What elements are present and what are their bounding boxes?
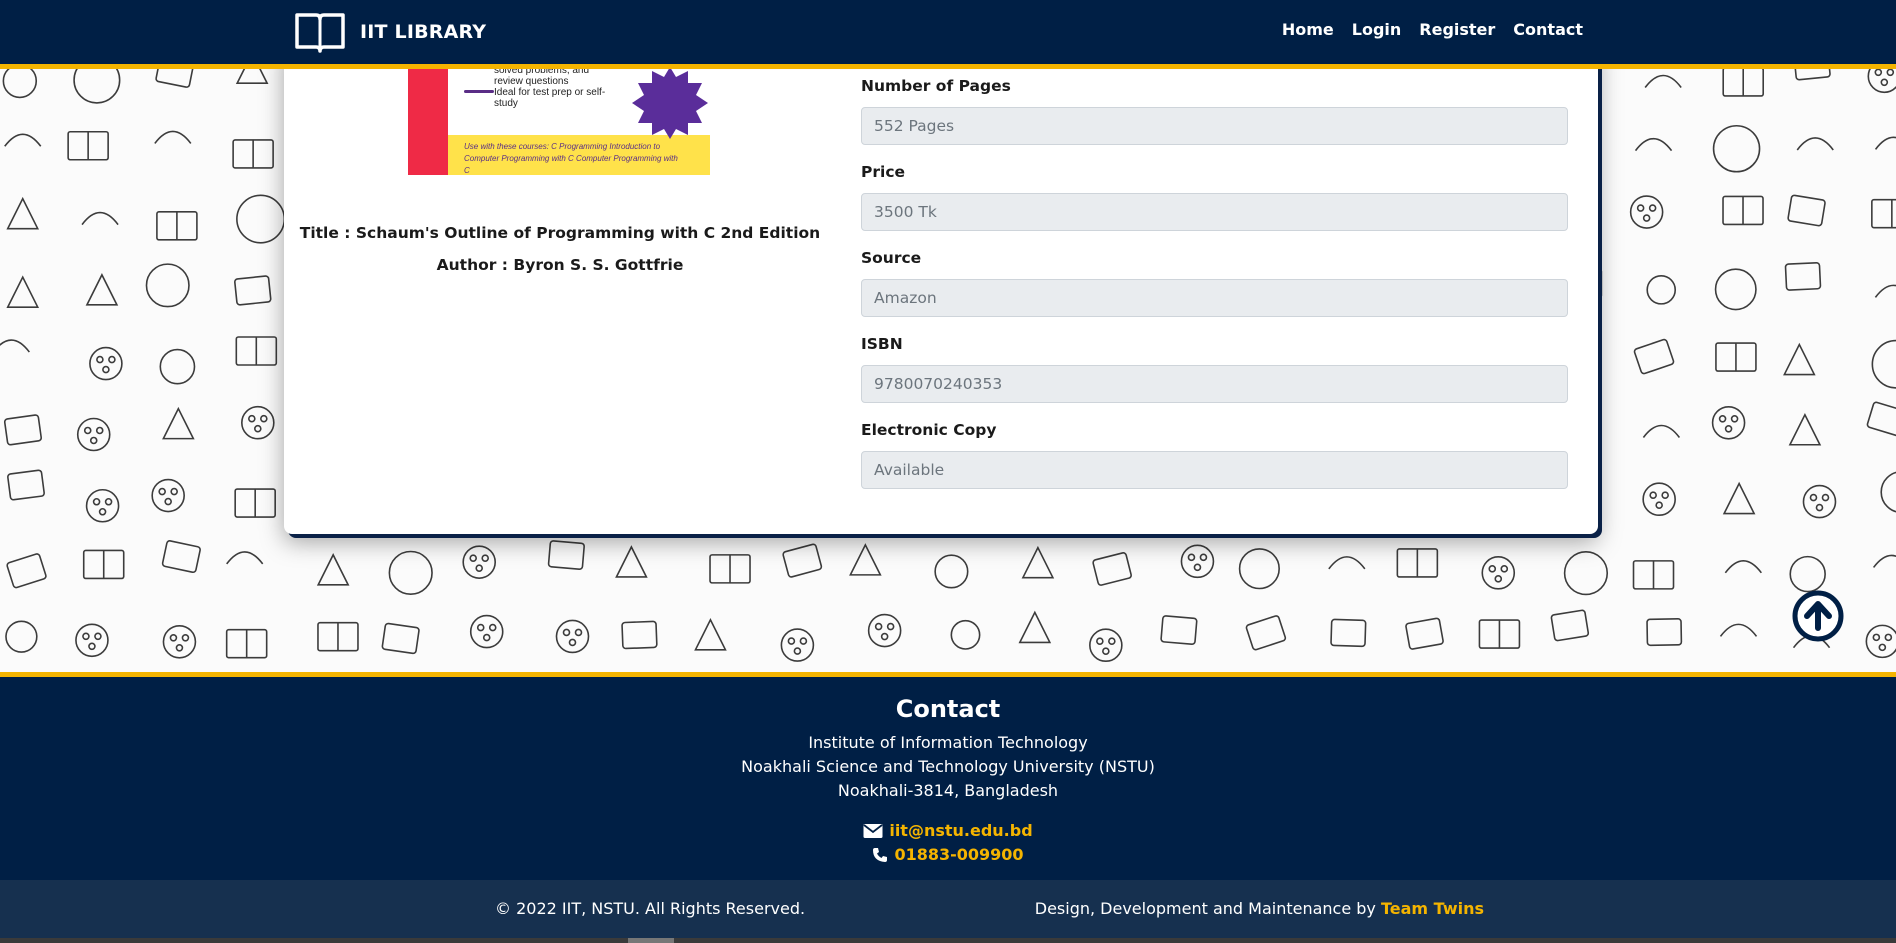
nav-login-link[interactable]: Login [1352,20,1402,39]
footer-address-line-3: Noakhali-3814, Bangladesh [837,781,1059,800]
book-cover-image: solved problems, and review questions Id… [408,65,710,175]
cover-courses: Use with these courses: C Programming In… [464,142,678,175]
field-electronic-copy[interactable]: Available [861,451,1568,489]
book-author: Author : Byron S. S. Gottfrie [436,256,684,274]
bottom-bar: © 2022 IIT, NSTU. All Rights Reserved. D… [0,880,1896,938]
horizontal-scrollbar-thumb[interactable] [628,938,674,943]
footer-phone-line: 01883-009900 [0,845,1896,864]
footer: Contact Institute of Information Technol… [0,672,1896,880]
footer-email-link[interactable]: iit@nstu.edu.bd [889,821,1032,840]
arrow-up-circle-icon[interactable] [1792,590,1844,642]
brand[interactable]: IIT LIBRARY [294,10,486,54]
field-price[interactable]: 3500 Tk [861,193,1568,231]
book-detail-card: solved problems, and review questions Id… [284,40,1598,534]
book-icon [295,13,345,53]
book-title: Title : Schaum's Outline of Programming … [299,224,821,242]
horizontal-scrollbar[interactable] [0,938,1896,943]
envelope-icon [863,823,883,838]
nav-home-link[interactable]: Home [1282,20,1334,39]
label-isbn: ISBN [861,335,903,353]
label-price: Price [861,163,906,181]
footer-phone-link[interactable]: 01883-009900 [894,845,1023,864]
label-source: Source [861,249,922,267]
nav-links: Home Login Register Contact [1282,20,1583,39]
footer-heading: Contact [895,695,1001,723]
navbar: IIT LIBRARY Home Login Register Contact [0,0,1896,69]
footer-address-line-2: Noakhali Science and Technology Universi… [741,757,1155,776]
footer-address-line-1: Institute of Information Technology [808,733,1088,752]
label-number-of-pages: Number of Pages [861,77,1011,95]
brand-title: IIT LIBRARY [360,21,487,43]
nav-register-link[interactable]: Register [1419,20,1495,39]
cover-text-2: Ideal for test prep or self-study [494,87,606,109]
credits-text: Design, Development and Maintenance by T… [1035,899,1484,918]
footer-email-line: iit@nstu.edu.bd [0,821,1896,840]
team-twins-link[interactable]: Team Twins [1381,899,1484,918]
phone-icon [873,847,888,862]
copyright-text: © 2022 IIT, NSTU. All Rights Reserved. [495,899,806,918]
field-number-of-pages[interactable]: 552 Pages [861,107,1568,145]
field-source[interactable]: Amazon [861,279,1568,317]
cover-badge [632,67,708,139]
field-isbn[interactable]: 9780070240353 [861,365,1568,403]
credits-prefix: Design, Development and Maintenance by [1034,899,1381,918]
label-electronic-copy: Electronic Copy [861,421,997,439]
nav-contact-link[interactable]: Contact [1513,20,1583,39]
